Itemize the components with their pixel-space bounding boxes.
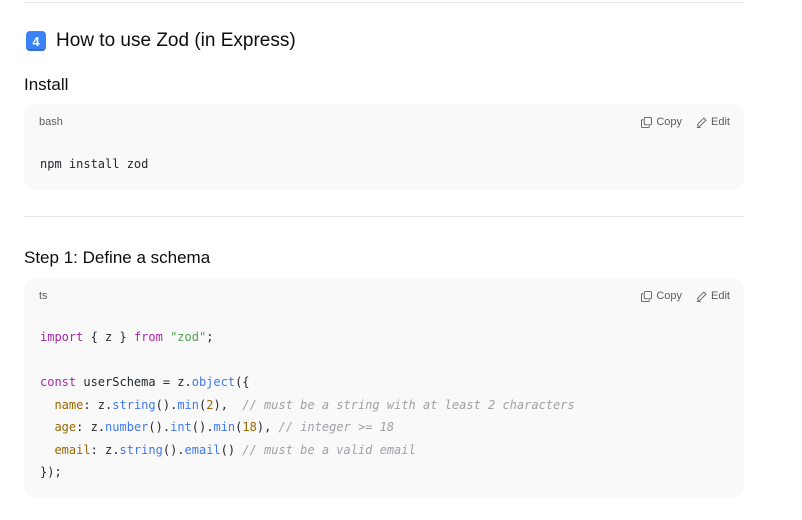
install-code-block: bash Copy Edit npm install zod xyxy=(24,104,744,190)
edit-button[interactable]: Edit xyxy=(696,290,730,302)
code-token: // must be a string with at least 2 char… xyxy=(242,397,575,412)
section-divider xyxy=(24,216,744,217)
top-divider xyxy=(24,2,744,3)
code-token: const xyxy=(40,375,77,389)
code-block-header: bash Copy Edit xyxy=(24,104,744,140)
code-line: name: z.string().min(2), // must be a st… xyxy=(40,397,575,412)
schema-code: import { z } from "zod"; const userSchem… xyxy=(24,314,744,484)
step1-heading: Step 1: Define a schema xyxy=(24,248,211,267)
code-token: 18 xyxy=(242,420,257,434)
code-language-label: ts xyxy=(39,290,48,302)
code-line: age: z.number().int().min(18), // intege… xyxy=(40,420,394,434)
edit-button[interactable]: Edit xyxy=(696,116,730,128)
code-actions: Copy Edit xyxy=(641,116,730,128)
copy-label: Copy xyxy=(656,116,683,128)
code-token: { z } xyxy=(83,330,134,344)
code-token: name xyxy=(54,397,84,412)
code-token: int xyxy=(170,420,192,434)
code-block-header: ts Copy Edit xyxy=(24,278,744,314)
code-line: import { z } from "zod"; xyxy=(40,330,213,344)
code-token: ), xyxy=(256,420,279,434)
code-line: email: z.string().email() // must be a v… xyxy=(40,442,416,457)
copy-label: Copy xyxy=(656,290,683,302)
code-language-label: bash xyxy=(39,116,63,128)
copy-button[interactable]: Copy xyxy=(641,116,682,128)
code-token: email xyxy=(184,442,221,457)
keycap-4-icon: 4 xyxy=(26,31,46,51)
code-token: userSchema = z. xyxy=(76,375,192,389)
edit-label: Edit xyxy=(711,116,730,128)
code-token: // must be a valid email xyxy=(242,442,416,457)
code-token: ), xyxy=(213,397,243,412)
code-token: min xyxy=(177,397,199,412)
code-token: (). xyxy=(148,420,171,434)
code-token: string xyxy=(119,442,163,457)
code-token: (). xyxy=(191,420,214,434)
code-token: (). xyxy=(155,397,178,412)
install-code: npm install zod xyxy=(40,157,149,171)
code-token: import xyxy=(40,330,84,344)
code-token: age xyxy=(54,420,77,434)
code-line: }); xyxy=(40,465,62,479)
code-token: : z. xyxy=(83,397,113,412)
edit-label: Edit xyxy=(711,290,730,302)
code-token: number xyxy=(105,420,149,434)
code-token: min xyxy=(213,420,236,434)
section-heading: 4 How to use Zod (in Express) xyxy=(26,30,296,52)
schema-code-block: ts Copy Edit import { z } from "zod"; co… xyxy=(24,278,744,498)
code-token: : z. xyxy=(90,442,120,457)
code-token: "zod" xyxy=(170,330,207,344)
code-token: from xyxy=(133,330,163,344)
code-token: email xyxy=(54,442,91,457)
copy-button[interactable]: Copy xyxy=(641,290,682,302)
edit-icon xyxy=(696,290,707,302)
section-title: How to use Zod (in Express) xyxy=(56,30,296,51)
install-heading: Install xyxy=(24,75,69,94)
code-token: : z. xyxy=(76,420,106,434)
code-token: object xyxy=(191,375,236,389)
code-token: (). xyxy=(162,442,185,457)
code-actions: Copy Edit xyxy=(641,290,730,302)
code-token: // integer >= 18 xyxy=(278,420,395,434)
code-token: string xyxy=(112,397,156,412)
code-token: }); xyxy=(40,465,62,479)
code-line: const userSchema = z.object({ xyxy=(40,375,250,389)
code-token: () xyxy=(220,442,243,457)
copy-icon xyxy=(641,290,653,302)
code-token: ; xyxy=(206,330,214,344)
edit-icon xyxy=(696,116,707,128)
copy-icon xyxy=(641,116,653,128)
code-token: ({ xyxy=(235,375,250,389)
